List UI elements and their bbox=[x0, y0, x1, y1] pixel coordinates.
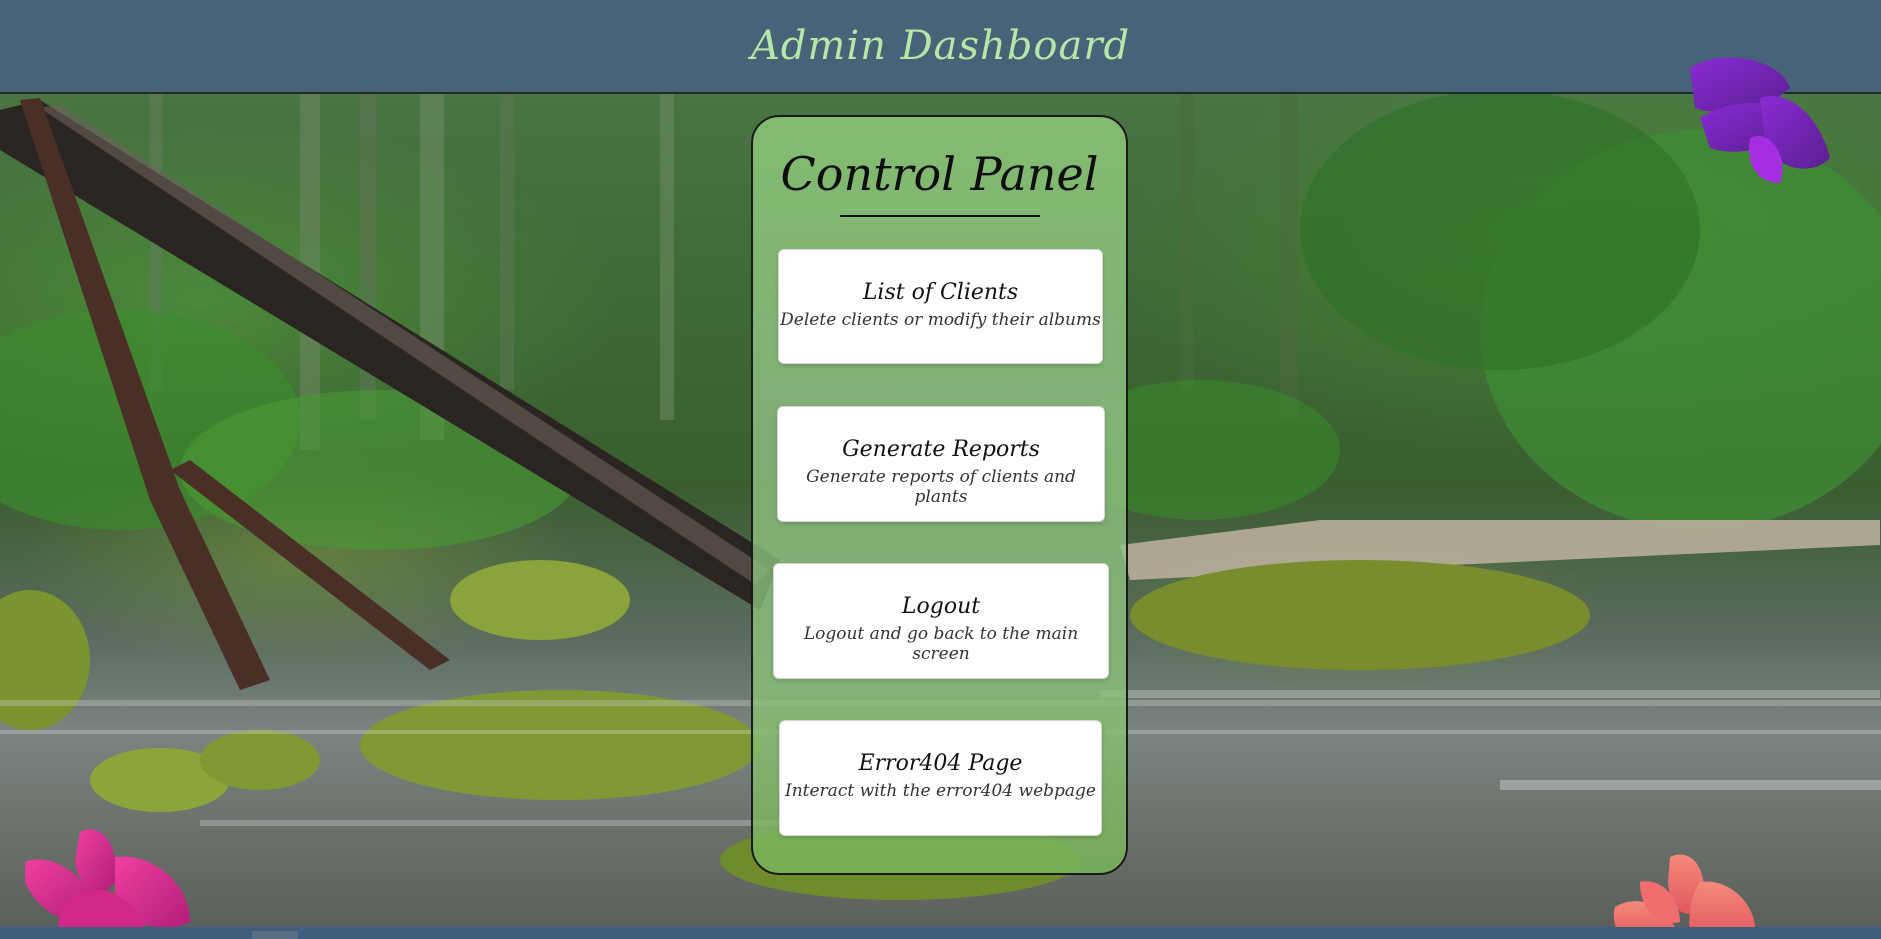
list-of-clients-card[interactable]: List of Clients Delete clients or modify… bbox=[778, 249, 1103, 364]
admin-dashboard-page: Admin Dashboard Control Panel List of Cl… bbox=[0, 0, 1881, 939]
panel-title: Control Panel bbox=[780, 147, 1099, 201]
top-header: Admin Dashboard bbox=[0, 0, 1881, 94]
coral-flower-icon bbox=[1613, 854, 1756, 939]
purple-flower-icon bbox=[1690, 57, 1830, 183]
logout-card[interactable]: Logout Logout and go back to the main sc… bbox=[773, 563, 1109, 679]
control-panel: Control Panel List of Clients Delete cli… bbox=[751, 115, 1128, 875]
card-description: Delete clients or modify their albums bbox=[780, 310, 1101, 330]
card-description: Logout and go back to the main screen bbox=[803, 624, 1079, 664]
card-title: Logout bbox=[901, 594, 981, 619]
generate-reports-card[interactable]: Generate Reports Generate reports of cli… bbox=[777, 406, 1105, 522]
card-description: Interact with the error404 webpage bbox=[785, 781, 1096, 801]
pink-flower-icon bbox=[25, 829, 190, 939]
card-title: List of Clients bbox=[862, 280, 1019, 305]
card-title: Error404 Page bbox=[858, 751, 1023, 776]
footer-tab bbox=[252, 931, 298, 939]
card-title: Generate Reports bbox=[842, 437, 1040, 462]
page-title: Admin Dashboard bbox=[750, 23, 1131, 69]
panel-title-divider bbox=[840, 215, 1040, 217]
error404-page-card[interactable]: Error404 Page Interact with the error404… bbox=[779, 720, 1102, 836]
card-description: Generate reports of clients and plants bbox=[806, 467, 1076, 507]
